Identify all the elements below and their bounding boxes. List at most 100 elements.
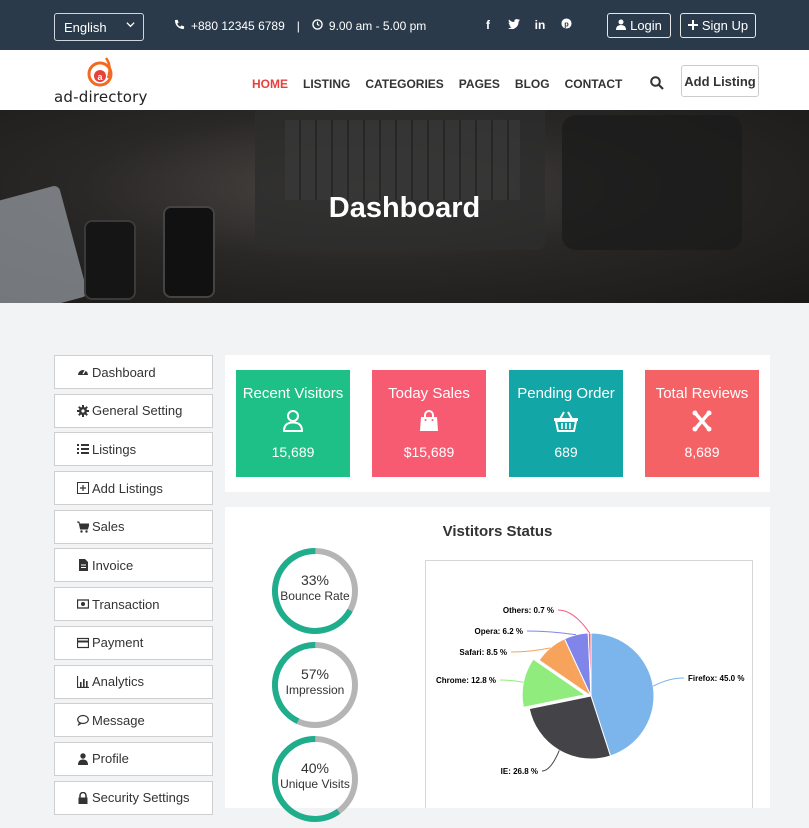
- pie-connector-chrome: [499, 679, 524, 683]
- sidebar-item-label: Message: [92, 712, 145, 728]
- logo-text: ad-directory: [54, 88, 148, 106]
- menu-item-blog[interactable]: BLOG: [515, 77, 550, 91]
- sidebar-item-add-listings[interactable]: Add Listings: [54, 471, 213, 506]
- search-icon[interactable]: [650, 76, 664, 90]
- menu-item-listing[interactable]: LISTING: [303, 77, 350, 91]
- user-icon: [283, 410, 303, 432]
- hero-banner: Dashboard: [0, 110, 809, 303]
- user-icon: [616, 18, 627, 33]
- pie-connector-safari: [510, 647, 551, 653]
- sidebar-item-label: Transaction: [92, 596, 160, 612]
- sidebar-item-transaction[interactable]: Transaction: [54, 587, 213, 622]
- pie-label-chrome: Chrome: 12.8 %: [436, 676, 496, 685]
- sidebar-item-security-settings[interactable]: Security Settings: [54, 780, 213, 815]
- ring-percent: 40%: [300, 760, 330, 776]
- sidebar-item-label: Sales: [92, 519, 125, 535]
- hero-keyboard-image: [285, 120, 520, 200]
- linkedin-icon[interactable]: in: [533, 18, 547, 32]
- pie-connector-others: [557, 609, 591, 634]
- clock-icon: [312, 19, 323, 33]
- dashboard-icon: [78, 369, 88, 375]
- sidebar-item-label: General Setting: [92, 403, 183, 419]
- signup-button[interactable]: Sign Up: [680, 13, 756, 38]
- stat-card-value: 689: [554, 444, 578, 460]
- file-icon: [79, 559, 88, 572]
- add-listing-button[interactable]: Add Listing: [681, 65, 759, 97]
- language-select[interactable]: English: [54, 13, 144, 41]
- shopping-bag-icon: [420, 410, 438, 431]
- stat-card-total-reviews[interactable]: Total Reviews 8,689: [645, 370, 759, 477]
- money-icon: [77, 599, 89, 609]
- login-button[interactable]: Login: [607, 13, 671, 38]
- main-menu: HOME LISTING CATEGORIES PAGES BLOG CONTA…: [252, 77, 622, 91]
- stat-card-value: $15,689: [403, 444, 455, 460]
- login-label: Login: [630, 18, 662, 33]
- browser-pie-chart: Firefox: 45.0 % IE: 26.8 % Chrome: 12.8 % S…: [425, 560, 753, 808]
- menu-item-contact[interactable]: CONTACT: [565, 77, 623, 91]
- main-navbar: a ad-directory HOME LISTING CATEGORIES P…: [0, 50, 809, 110]
- menu-item-categories[interactable]: CATEGORIES: [365, 77, 443, 91]
- plus-square-icon: [77, 482, 89, 495]
- sidebar-item-invoice[interactable]: Invoice: [54, 548, 213, 583]
- sidebar-item-listings[interactable]: Listings: [54, 432, 213, 467]
- pie-label-others: Others: 0.7 %: [503, 606, 554, 615]
- contact-separator: |: [296, 19, 300, 33]
- menu-item-home[interactable]: HOME: [252, 77, 288, 91]
- stats-panel: Recent Visitors 15,689 Today Sales $15,6…: [225, 355, 770, 492]
- site-logo[interactable]: a ad-directory: [54, 56, 150, 106]
- chevron-down-icon: [126, 20, 135, 32]
- ring-percent: 33%: [300, 572, 330, 588]
- joomla-icon: [692, 410, 712, 432]
- stat-card-value: 8,689: [684, 444, 720, 460]
- sidebar-item-label: Invoice: [92, 557, 134, 573]
- section-title: Vistitors Status: [442, 523, 553, 540]
- basket-icon: [554, 411, 578, 432]
- pie-label-ie: IE: 26.8 %: [501, 767, 538, 776]
- sidebar-item-payment[interactable]: Payment: [54, 625, 213, 660]
- page-title: Dashboard: [328, 192, 481, 224]
- visitors-status-panel: Vistitors Status 33% Bounce Rate 57% Imp…: [225, 507, 770, 822]
- hero-mousepad-image: [562, 115, 742, 250]
- logo-mark-icon: a: [87, 57, 113, 87]
- sidebar-item-message[interactable]: Message: [54, 703, 213, 738]
- comment-icon: [77, 715, 89, 727]
- stat-card-recent-visitors[interactable]: Recent Visitors 15,689: [236, 370, 350, 477]
- plus-icon: [687, 18, 698, 33]
- sidebar-item-label: Security Settings: [92, 790, 190, 806]
- sidebar-item-sales[interactable]: Sales: [54, 509, 213, 544]
- pie-label-firefox: Firefox: 45.0 %: [688, 674, 744, 683]
- facebook-icon[interactable]: f: [481, 18, 495, 32]
- stat-card-title: Today Sales: [388, 385, 470, 402]
- sidebar-item-label: Dashboard: [92, 364, 156, 380]
- sidebar-item-label: Payment: [92, 635, 144, 651]
- social-links: f in p: [481, 18, 573, 32]
- pie-connector-firefox: [652, 677, 685, 687]
- stat-card-value: 15,689: [271, 444, 315, 460]
- cart-icon: [77, 521, 89, 533]
- twitter-icon[interactable]: [507, 18, 521, 32]
- pie-label-safari: Safari: 8.5 %: [459, 648, 507, 657]
- pie-label-opera: Opera: 6.2 %: [475, 627, 523, 636]
- stat-card-today-sales[interactable]: Today Sales $15,689: [372, 370, 486, 477]
- sidebar-item-analytics[interactable]: Analytics: [54, 664, 213, 699]
- pinterest-icon[interactable]: p: [559, 18, 573, 32]
- menu-item-pages[interactable]: PAGES: [459, 77, 500, 91]
- sidebar-item-label: Listings: [92, 441, 137, 457]
- ring-label: Unique Visits: [280, 777, 350, 791]
- signup-label: Sign Up: [701, 18, 749, 33]
- sidebar-item-label: Analytics: [92, 674, 145, 689]
- sidebar-item-general-setting[interactable]: General Setting: [54, 393, 213, 428]
- stat-card-title: Pending Order: [517, 385, 615, 402]
- sidebar-item-profile[interactable]: Profile: [54, 741, 213, 776]
- stat-card-pending-order[interactable]: Pending Order 689: [509, 370, 623, 477]
- sidebar-item-dashboard[interactable]: Dashboard: [54, 355, 213, 389]
- credit-card-icon: [77, 637, 89, 648]
- pie-connector-ie: [541, 750, 560, 772]
- svg-text:p: p: [564, 19, 569, 28]
- impression-ring: 57% Impression: [271, 641, 359, 729]
- ring-label: Bounce Rate: [280, 589, 350, 603]
- list-icon: [77, 444, 89, 455]
- stat-card-title: Recent Visitors: [242, 385, 344, 402]
- bar-chart-icon: [77, 675, 89, 688]
- lock-icon: [78, 791, 88, 804]
